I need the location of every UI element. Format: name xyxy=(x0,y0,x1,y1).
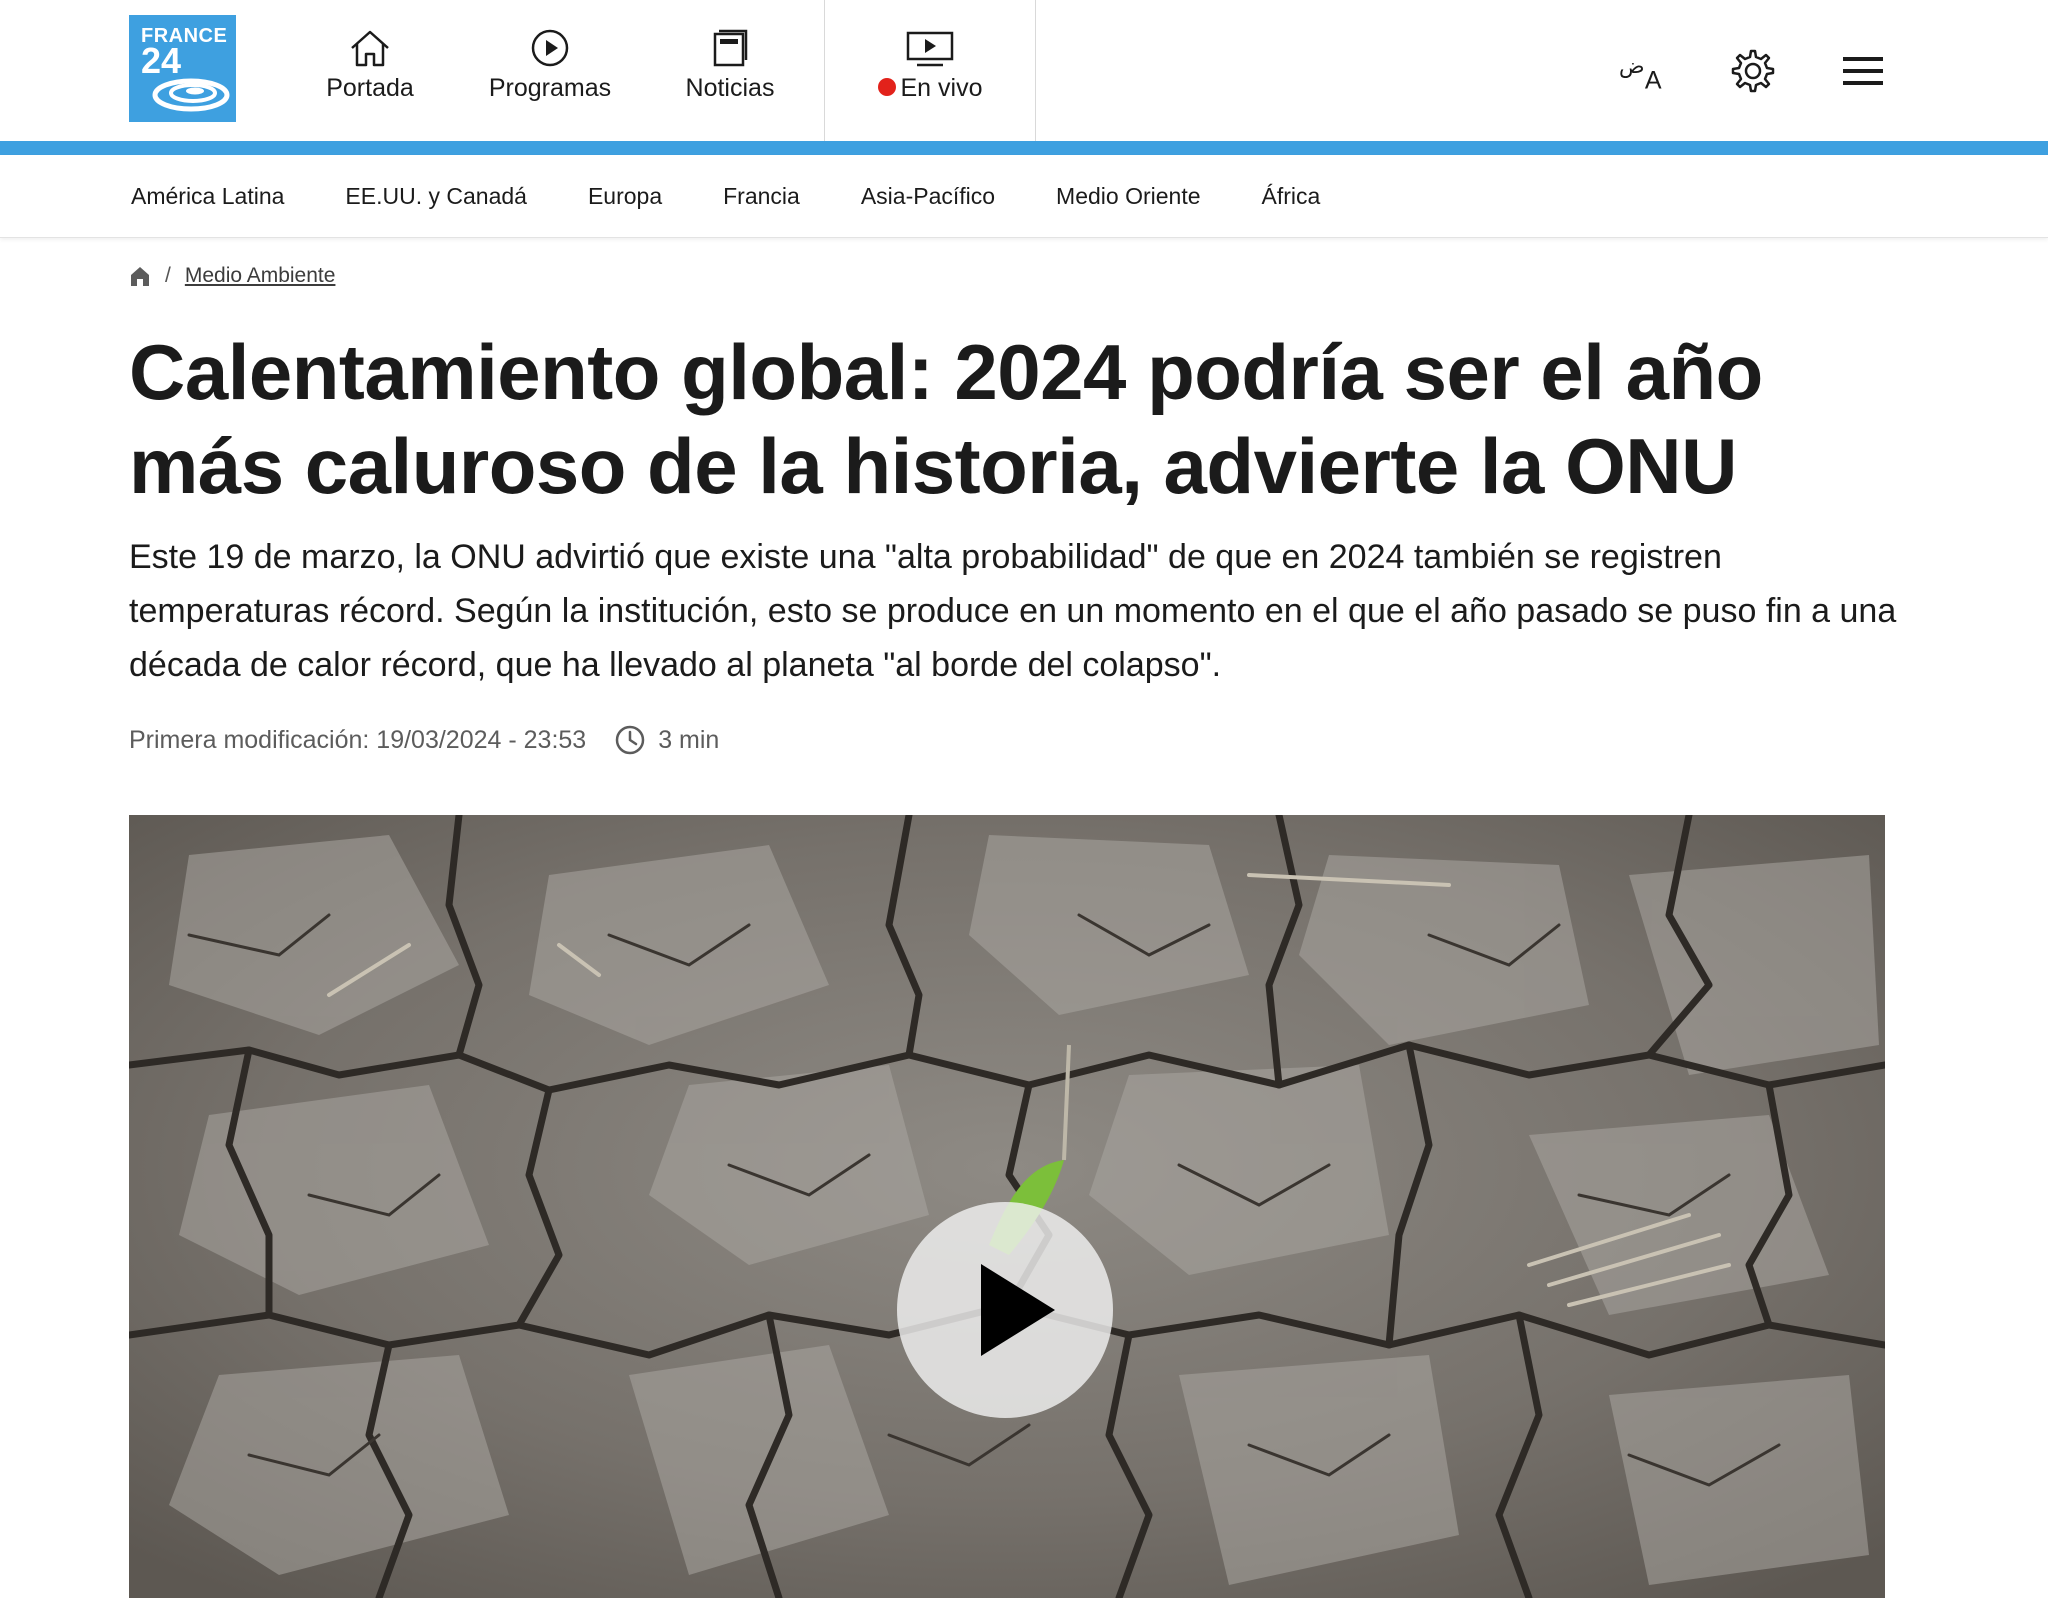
read-time: 3 min xyxy=(658,725,720,754)
region-link-eeuu-canada[interactable]: EE.UU. y Canadá xyxy=(345,183,527,210)
menu-button[interactable] xyxy=(1838,46,1888,96)
nav-item-label: Portada xyxy=(326,74,414,102)
region-link-america-latina[interactable]: América Latina xyxy=(131,183,284,210)
article-title: Calentamiento global: 2024 podría ser el… xyxy=(129,328,1763,510)
home-icon xyxy=(351,30,389,67)
site-header: FRANCE 24 Portada Programas Noticias En … xyxy=(0,0,2048,141)
article-video[interactable] xyxy=(129,815,1885,1598)
svg-text:ض: ض xyxy=(1619,52,1645,77)
language-button[interactable]: ض A xyxy=(1618,46,1668,96)
home-icon[interactable] xyxy=(129,265,151,287)
settings-button[interactable] xyxy=(1728,46,1778,96)
nav-item-portada[interactable]: Portada xyxy=(280,0,460,141)
region-link-africa[interactable]: África xyxy=(1262,183,1321,210)
tv-play-icon xyxy=(906,31,954,67)
live-label-text: En vivo xyxy=(900,74,983,102)
gear-icon xyxy=(1731,49,1775,92)
play-button[interactable] xyxy=(897,1202,1113,1418)
main-nav: Portada Programas Noticias En vivo xyxy=(280,0,1036,141)
nav-item-label: Noticias xyxy=(685,74,775,102)
logo-waves-icon xyxy=(152,78,230,112)
header-accent-bar xyxy=(0,141,2048,155)
nav-item-label-live: En vivo xyxy=(877,74,983,103)
nav-item-noticias[interactable]: Noticias xyxy=(640,0,820,141)
nav-item-programas[interactable]: Programas xyxy=(460,0,640,141)
nav-item-en-vivo[interactable]: En vivo xyxy=(824,0,1036,141)
hamburger-menu-icon xyxy=(1843,56,1883,85)
article-meta: Primera modificación: 19/03/2024 - 23:53… xyxy=(129,722,719,758)
news-icon xyxy=(713,29,748,67)
modified-date: Primera modificación: 19/03/2024 - 23:53 xyxy=(129,725,587,754)
region-link-medio-oriente[interactable]: Medio Oriente xyxy=(1056,183,1200,210)
live-indicator-dot xyxy=(877,78,896,96)
region-link-francia[interactable]: Francia xyxy=(723,183,800,210)
header-tools: ض A xyxy=(1618,0,1888,141)
region-link-asia-pacifico[interactable]: Asia-Pacífico xyxy=(861,183,995,210)
article-lead: Este 19 de marzo, la ONU advirtió que ex… xyxy=(129,538,1897,684)
france24-logo[interactable]: FRANCE 24 xyxy=(129,15,236,122)
play-icon xyxy=(981,1264,1055,1356)
nav-item-label: Programas xyxy=(488,74,612,102)
breadcrumb-section-link[interactable]: Medio Ambiente xyxy=(185,264,336,288)
clock-icon xyxy=(614,724,646,756)
language-icon: ض A xyxy=(1619,52,1662,93)
region-nav: América Latina EE.UU. y Canadá Europa Fr… xyxy=(0,155,2048,238)
breadcrumb: / Medio Ambiente xyxy=(129,262,335,290)
svg-text:A: A xyxy=(1645,66,1662,93)
breadcrumb-separator: / xyxy=(165,264,171,287)
play-circle-icon xyxy=(531,29,569,67)
region-link-europa[interactable]: Europa xyxy=(588,183,662,210)
